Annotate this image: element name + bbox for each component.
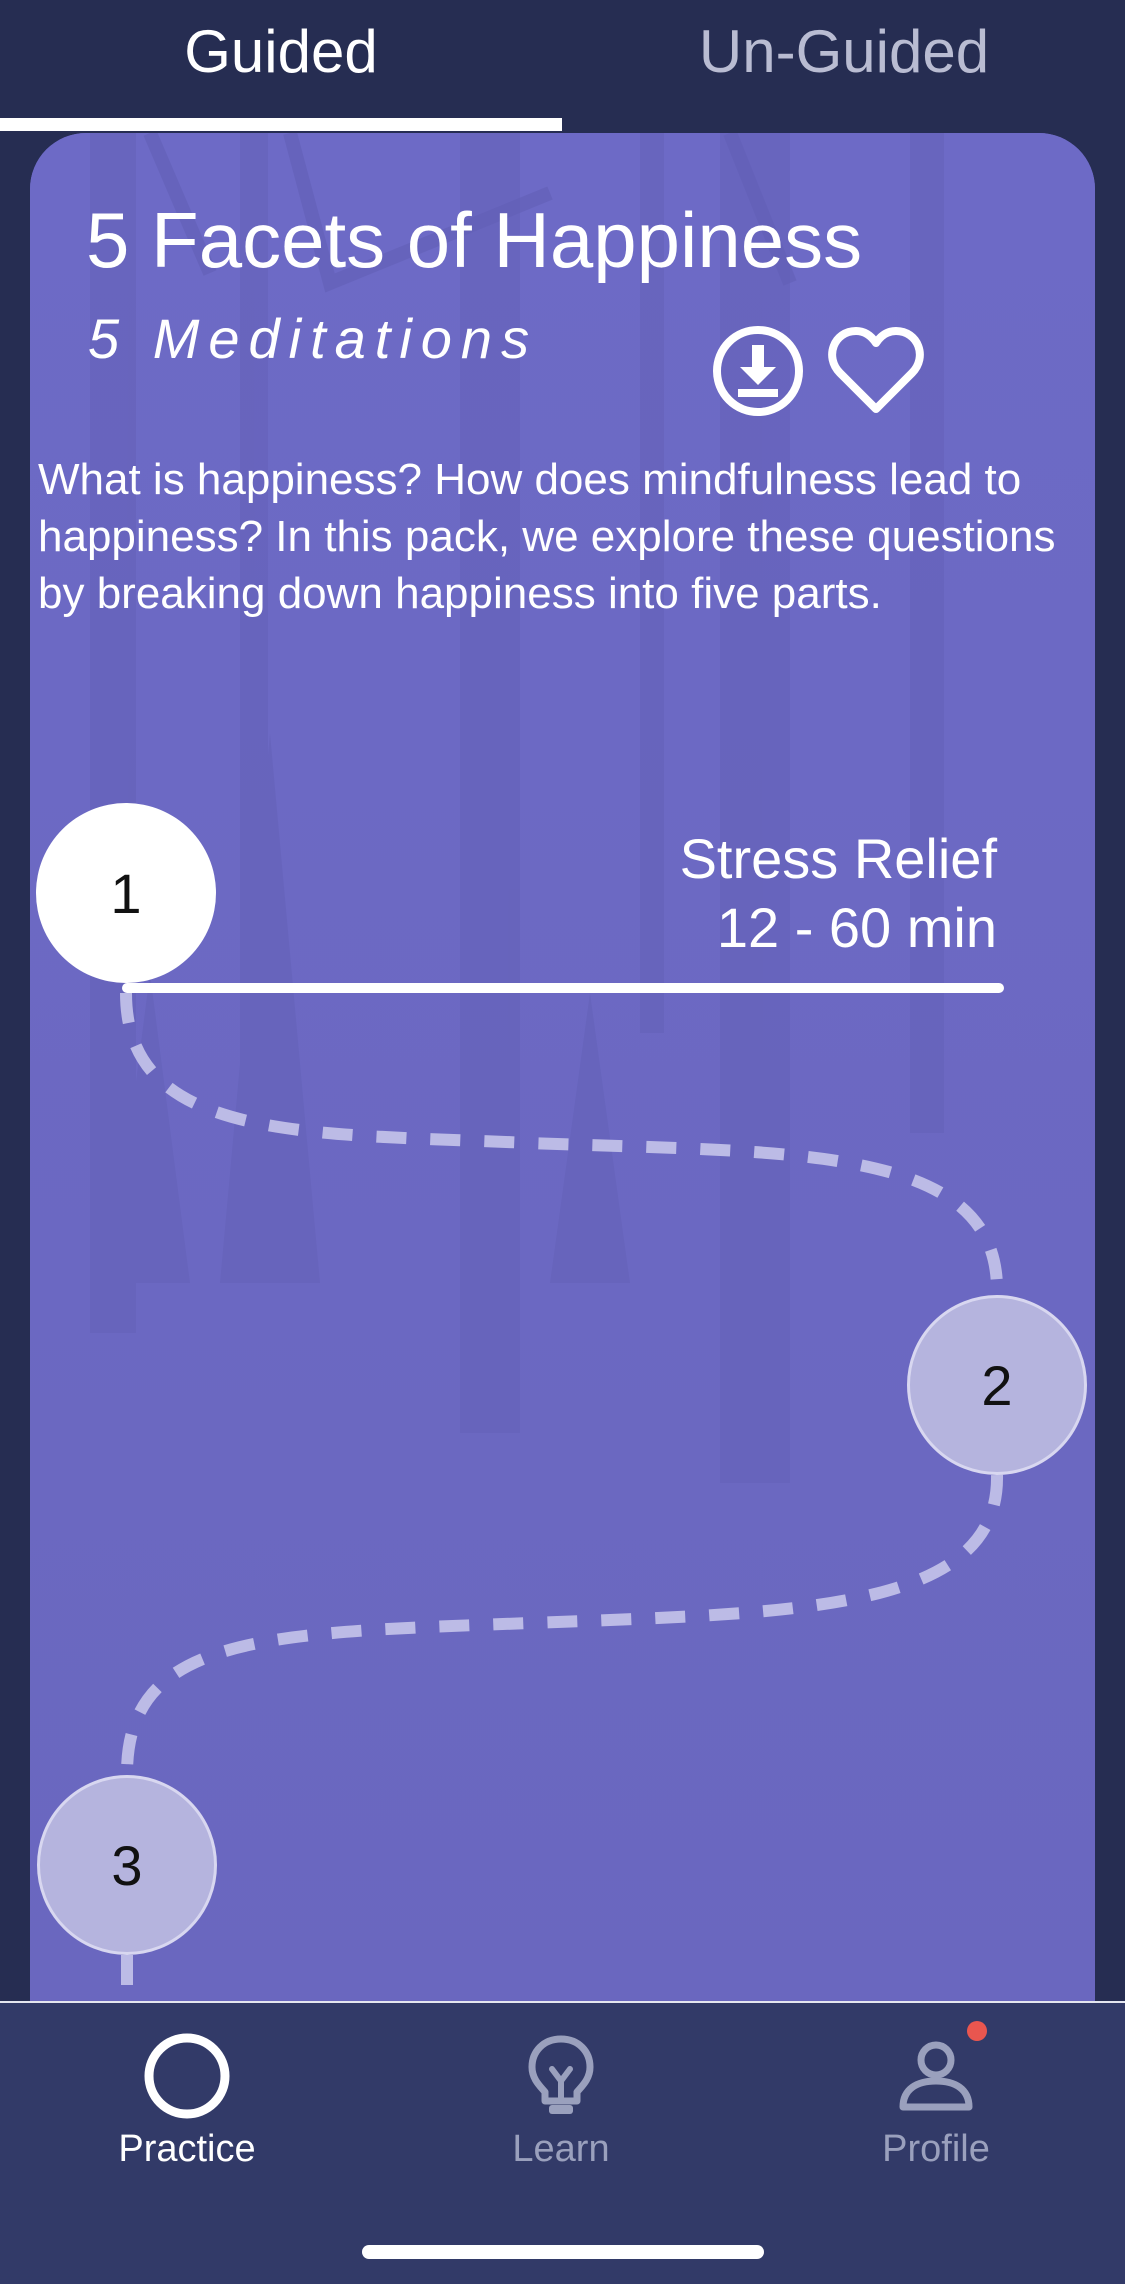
stage-node-2[interactable]: 2 bbox=[907, 1295, 1087, 1475]
circle-icon bbox=[144, 2033, 230, 2119]
nav-item-practice[interactable]: Practice bbox=[37, 2031, 337, 2201]
stage-underline bbox=[122, 983, 1004, 993]
stage-node-1[interactable]: 1 bbox=[36, 803, 216, 983]
tab-unguided-label: Un-Guided bbox=[698, 18, 990, 85]
person-icon bbox=[899, 2041, 973, 2111]
pack-card: 5 Facets of Happiness 5 Meditations What… bbox=[30, 133, 1095, 2003]
nav-item-learn[interactable]: Learn bbox=[411, 2031, 711, 2201]
tab-bar: Guided Un-Guided bbox=[0, 0, 1125, 134]
stage-title[interactable]: Stress Relief bbox=[680, 826, 997, 892]
home-indicator[interactable] bbox=[362, 2245, 764, 2259]
nav-label-learn: Learn bbox=[512, 2128, 610, 2170]
nav-item-profile[interactable]: Profile bbox=[786, 2031, 1086, 2201]
bottom-nav: Practice Learn Profile bbox=[0, 2001, 1125, 2284]
stage-number: 3 bbox=[111, 1833, 143, 1897]
app-root: Guided Un-Guided 5 Facets of Happiness 5… bbox=[0, 0, 1125, 2284]
profile-notification-badge bbox=[967, 2021, 987, 2041]
stage-number: 2 bbox=[981, 1353, 1013, 1417]
stage-path bbox=[120, 992, 1004, 2003]
active-tab-indicator bbox=[0, 118, 562, 131]
nav-label-profile: Profile bbox=[882, 2128, 990, 2170]
tab-guided-label: Guided bbox=[184, 18, 378, 85]
tab-unguided[interactable]: Un-Guided bbox=[563, 0, 1125, 134]
tab-guided[interactable]: Guided bbox=[0, 0, 562, 134]
stage-duration: 12 - 60 min bbox=[716, 896, 997, 959]
stage-node-3[interactable]: 3 bbox=[37, 1775, 217, 1955]
stage-number: 1 bbox=[110, 861, 142, 925]
lightbulb-icon bbox=[528, 2035, 594, 2114]
nav-label-practice: Practice bbox=[118, 2128, 256, 2170]
